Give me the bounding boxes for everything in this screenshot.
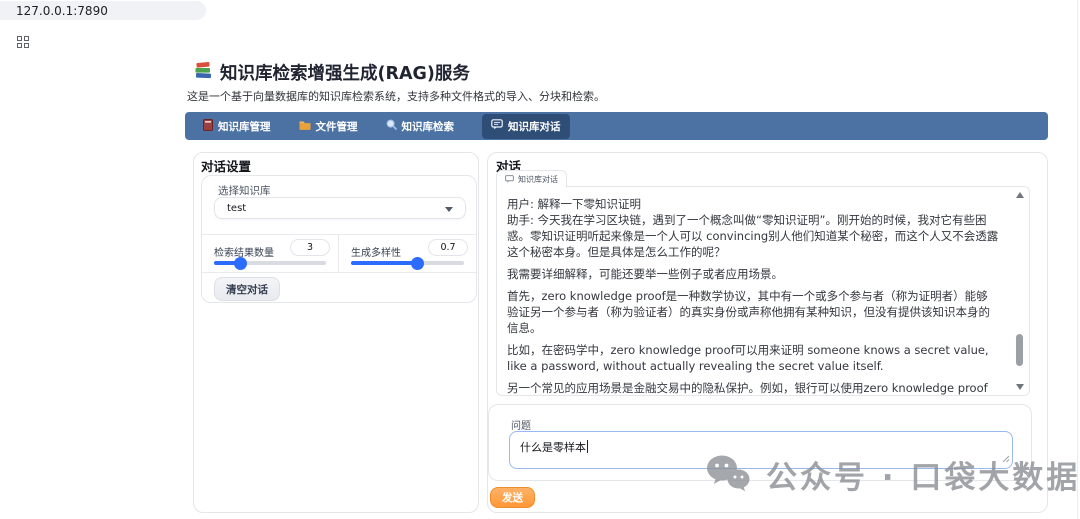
result-count-value[interactable]: 3 bbox=[290, 239, 330, 256]
kb-select-label: 选择知识库 bbox=[218, 185, 271, 197]
scroll-down-icon[interactable] bbox=[1016, 384, 1024, 390]
search-icon bbox=[386, 119, 397, 133]
chat-subtab[interactable]: 知识库对话 bbox=[496, 170, 567, 188]
tab-file-manage[interactable]: 文件管理 bbox=[299, 119, 358, 134]
main-tabbar: 知识库管理 文件管理 知识库检索 知识库对话 bbox=[185, 112, 1048, 140]
chat-subtab-label: 知识库对话 bbox=[518, 175, 558, 184]
chat-paragraph: 另一个常见的应用场景是金融交易中的隐私保护。例如，银行可以使用zero know… bbox=[507, 381, 988, 395]
chat-messages: 用户: 解释一下零知识证明助手: 今天我在学习区块链，遇到了一个概念叫做“零知识… bbox=[497, 187, 1003, 395]
diversity-label: 生成多样性 bbox=[351, 248, 401, 259]
app-window: 127.0.0.1:7890 知识库检索增强生成(RAG)服务 这是一个基于向量… bbox=[0, 0, 1080, 519]
window-edge-divider bbox=[1077, 0, 1078, 519]
send-button[interactable]: 发送 bbox=[490, 487, 535, 508]
text-cursor bbox=[587, 440, 588, 453]
diversity-value[interactable]: 0.7 bbox=[428, 239, 468, 256]
slider-fill bbox=[351, 261, 417, 265]
question-label: 问题 bbox=[511, 421, 531, 432]
chevron-down-icon bbox=[445, 207, 453, 212]
chat-paragraph: 比如，在密码学中，zero knowledge proof可以用来证明 some… bbox=[507, 343, 989, 373]
chat-paragraph: 助手: 今天我在学习区块链，遇到了一个概念叫做“零知识证明”。刚开始的时候，我对… bbox=[507, 213, 999, 259]
chat-paragraph: 首先，zero knowledge proof是一种数学协议，其中有一个或多个参… bbox=[507, 289, 990, 335]
resize-grip-icon[interactable] bbox=[1001, 453, 1010, 466]
result-count-slider[interactable] bbox=[214, 256, 326, 270]
question-text: 什么是零样本 bbox=[520, 441, 586, 454]
tab-kb-chat[interactable]: 知识库对话 bbox=[482, 113, 570, 139]
chat-scrollbar[interactable] bbox=[1013, 188, 1028, 394]
kb-selected-value: test bbox=[227, 202, 247, 214]
page-header: 知识库检索增强生成(RAG)服务 bbox=[193, 60, 470, 85]
slider-thumb[interactable] bbox=[233, 256, 247, 270]
sliders-row: 检索结果数量 3 生成多样性 0.7 bbox=[202, 234, 476, 273]
diversity-group: 生成多样性 0.7 bbox=[339, 235, 476, 272]
chat-paragraph: 我需要详细解释，可能还要举一些例子或者应用场景。 bbox=[507, 267, 783, 281]
chat-icon bbox=[491, 119, 503, 133]
url-text: 127.0.0.1:7890 bbox=[16, 4, 108, 18]
result-count-group: 检索结果数量 3 bbox=[202, 235, 339, 272]
scroll-up-icon[interactable] bbox=[1016, 192, 1024, 198]
tab-label: 文件管理 bbox=[315, 120, 358, 133]
chat-history[interactable]: 用户: 解释一下零知识证明助手: 今天我在学习区块链，遇到了一个概念叫做“零知识… bbox=[496, 186, 1030, 396]
settings-heading: 对话设置 bbox=[201, 159, 252, 174]
chat-paragraph: 用户: 解释一下零知识证明 bbox=[507, 197, 642, 211]
speech-bubble-icon bbox=[505, 174, 514, 185]
notebook-icon bbox=[203, 118, 213, 134]
question-input[interactable]: 什么是零样本 bbox=[509, 431, 1013, 469]
browser-toolbar: 127.0.0.1:7890 bbox=[0, 0, 1080, 22]
question-card: 问题 什么是零样本 bbox=[488, 404, 1032, 481]
diversity-slider[interactable] bbox=[351, 256, 464, 270]
page-title: 知识库检索增强生成(RAG)服务 bbox=[220, 64, 470, 84]
tab-label: 知识库管理 bbox=[218, 120, 271, 133]
clear-chat-button[interactable]: 清空对话 bbox=[214, 277, 280, 301]
scrollbar-thumb[interactable] bbox=[1016, 334, 1023, 366]
tab-label: 知识库检索 bbox=[401, 120, 455, 133]
apps-grid-icon[interactable] bbox=[17, 36, 30, 49]
address-bar[interactable]: 127.0.0.1:7890 bbox=[0, 1, 206, 20]
folder-icon bbox=[299, 119, 311, 133]
kb-select-dropdown[interactable]: test bbox=[214, 197, 466, 219]
tab-label: 知识库对话 bbox=[508, 120, 561, 133]
tab-kb-search[interactable]: 知识库检索 bbox=[386, 119, 455, 134]
slider-thumb[interactable] bbox=[410, 256, 424, 270]
settings-box: 选择知识库 test 检索结果数量 3 生成多样性 0.7 清空对话 bbox=[201, 175, 477, 303]
tab-kb-manage[interactable]: 知识库管理 bbox=[203, 118, 271, 134]
page-subtitle: 这是一个基于向量数据库的知识库检索系统，支持多种文件格式的导入、分块和检索。 bbox=[187, 90, 605, 103]
books-icon bbox=[193, 61, 214, 85]
